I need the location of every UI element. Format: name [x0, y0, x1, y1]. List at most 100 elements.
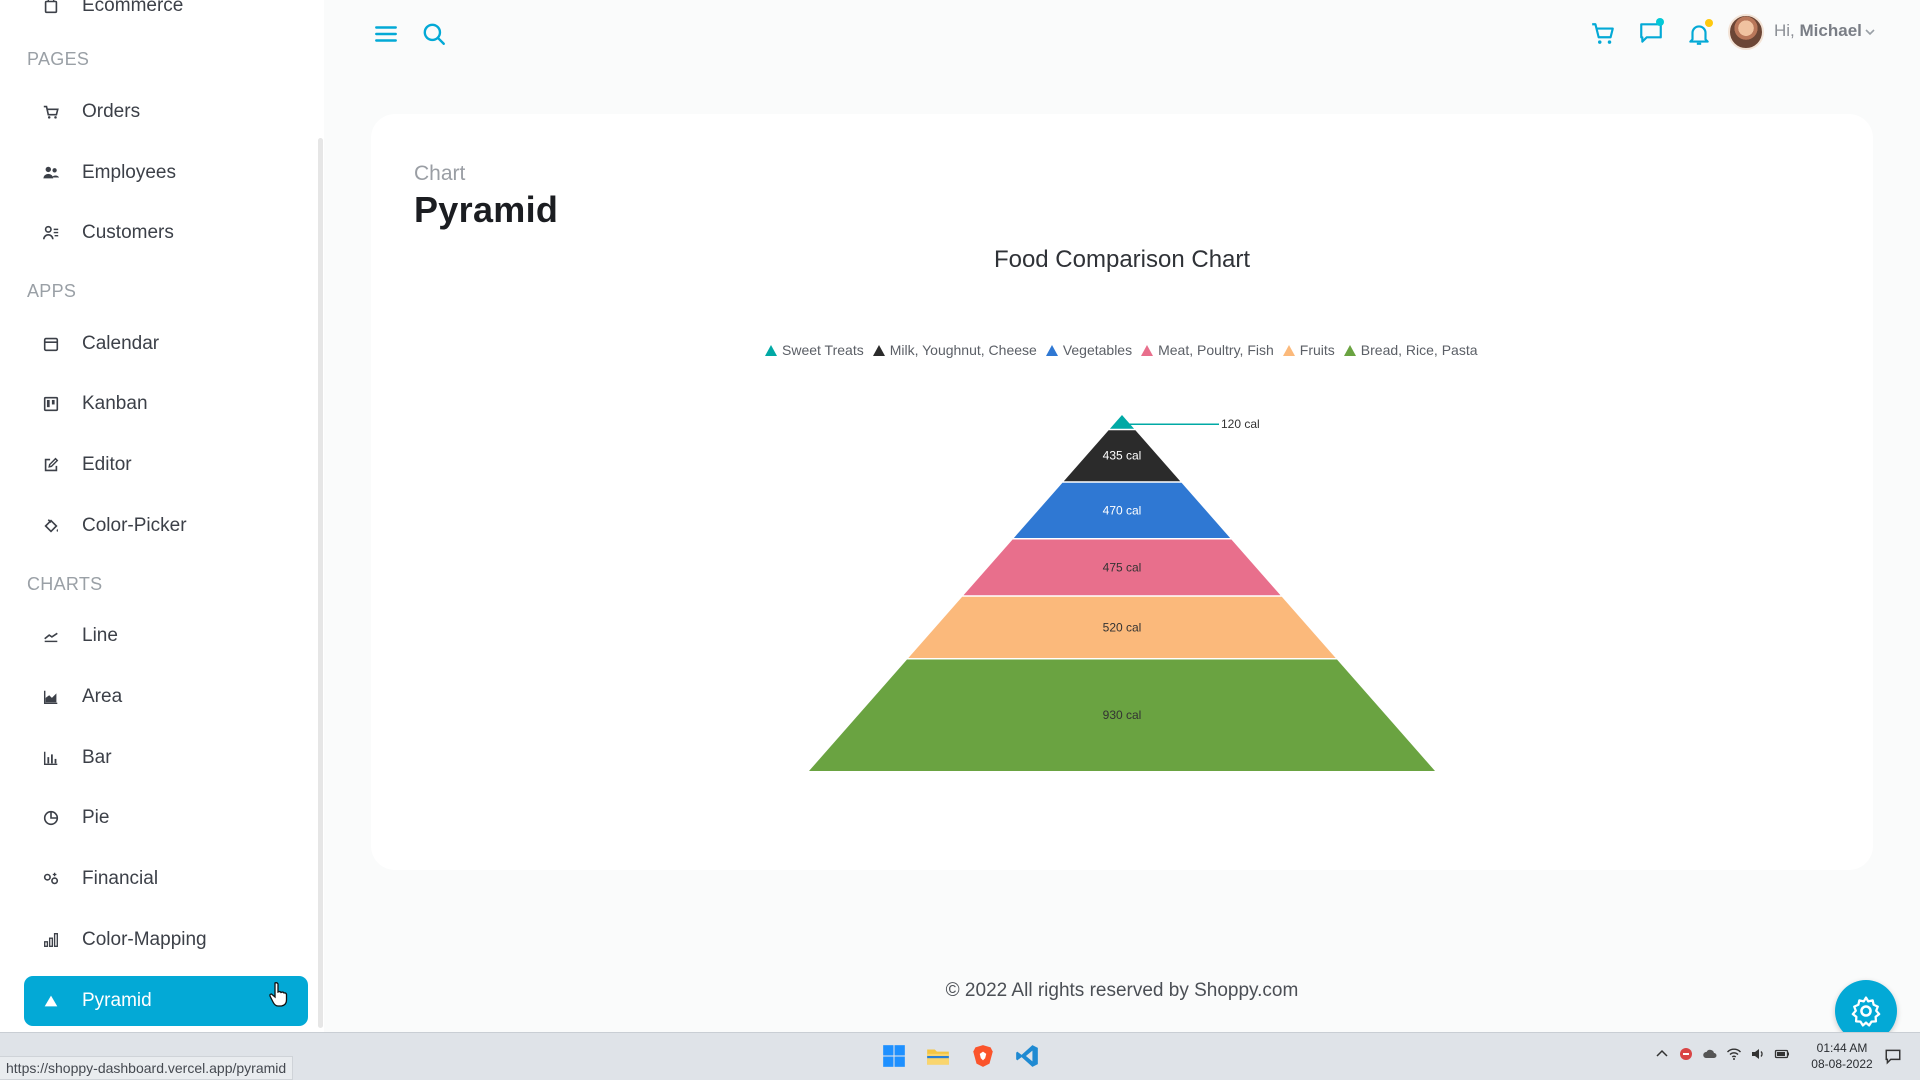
- antivirus-icon[interactable]: [1678, 1046, 1694, 1062]
- sidebar-item-area[interactable]: Area: [24, 672, 308, 722]
- sidebar-item-label: Ecommerce: [82, 0, 184, 16]
- notification-center-icon[interactable]: [1884, 1047, 1902, 1065]
- legend-label: Meat, Poultry, Fish: [1158, 342, 1274, 358]
- sidebar-item-line[interactable]: Line: [24, 611, 308, 661]
- sidebar-item-label: Kanban: [82, 393, 148, 414]
- sidebar-item-label: Pyramid: [82, 990, 152, 1011]
- sidebar-item-color-mapping[interactable]: Color-Mapping: [24, 915, 308, 965]
- paint-bucket-icon: [24, 517, 76, 535]
- legend-item[interactable]: Meat, Poultry, Fish: [1140, 342, 1274, 358]
- section-heading-apps: APPS: [27, 281, 77, 301]
- pyramid-slice[interactable]: [809, 659, 1435, 771]
- brave-browser-icon[interactable]: [968, 1041, 998, 1071]
- sidebar-item-pyramid[interactable]: Pyramid: [24, 976, 308, 1026]
- sidebar-item-ecommerce[interactable]: Ecommerce: [24, 0, 308, 31]
- breadcrumb: Chart: [414, 162, 466, 185]
- sidebar-item-label: Color-Mapping: [82, 929, 207, 950]
- gear-icon: [1851, 996, 1881, 1027]
- battery-icon[interactable]: [1774, 1046, 1790, 1062]
- calendar-icon: [24, 335, 76, 353]
- chart-legend: Sweet Treats Milk, Youghnut, Cheese Vegeta…: [764, 342, 1486, 358]
- legend-marker-icon: [1343, 344, 1356, 356]
- greeting-text: Hi,: [1774, 21, 1795, 40]
- sidebar-item-label: Pie: [82, 807, 110, 828]
- chevron-up-icon[interactable]: [1654, 1046, 1670, 1062]
- sidebar-item-label: Employees: [82, 162, 176, 183]
- status-url: https://shoppy-dashboard.vercel.app/pyra…: [0, 1056, 294, 1080]
- chart-title: Food Comparison Chart: [993, 246, 1251, 273]
- chat-notification-dot: [1656, 18, 1664, 26]
- avatar[interactable]: [1728, 14, 1764, 50]
- sidebar-item-calendar[interactable]: Calendar: [24, 319, 308, 369]
- section-heading-charts: CHARTS: [27, 574, 103, 594]
- legend-item[interactable]: Milk, Youghnut, Cheese: [872, 342, 1037, 358]
- sidebar-item-label: Editor: [82, 454, 132, 475]
- sidebar-item-label: Bar: [82, 747, 112, 768]
- sidebar-item-pie[interactable]: Pie: [24, 793, 308, 843]
- file-explorer-icon[interactable]: [923, 1041, 953, 1071]
- legend-label: Vegetables: [1062, 342, 1133, 358]
- legend-marker-icon: [765, 344, 777, 356]
- legend-marker-icon: [1141, 344, 1154, 356]
- cart-icon: [24, 103, 76, 121]
- vscode-icon[interactable]: [1012, 1041, 1042, 1071]
- legend-marker-icon: [1282, 344, 1295, 356]
- legend-item[interactable]: Sweet Treats: [764, 342, 864, 358]
- legend-label: Fruits: [1299, 342, 1335, 358]
- sidebar-item-kanban[interactable]: Kanban: [24, 379, 308, 429]
- sidebar-scrollbar[interactable]: [318, 138, 323, 1028]
- pyramid-slice[interactable]: [908, 596, 1336, 659]
- sidebar-item-financial[interactable]: Financial: [24, 854, 308, 904]
- legend-item[interactable]: Fruits: [1282, 342, 1335, 358]
- sidebar-item-label: Color-Picker: [82, 515, 187, 536]
- sidebar-item-employees[interactable]: Employees: [24, 148, 308, 198]
- financial-icon: [24, 870, 76, 888]
- sidebar-item-label: Calendar: [82, 333, 160, 354]
- clock-time: 01:44 AM: [1816, 1041, 1868, 1055]
- line-chart-icon: [24, 627, 76, 645]
- sidebar-item-label: Financial: [82, 868, 159, 889]
- system-tray: [1654, 1046, 1798, 1062]
- pyramid-icon: [24, 992, 76, 1010]
- sidebar-item-editor[interactable]: Editor: [24, 440, 308, 490]
- pie-chart-icon: [24, 809, 76, 827]
- user-greeting[interactable]: Hi, Michael: [1774, 21, 1862, 41]
- search-icon[interactable]: [420, 20, 448, 48]
- clock-date: 08-08-2022: [1811, 1057, 1873, 1071]
- windows-start-icon[interactable]: [879, 1041, 909, 1071]
- bell-notification-dot: [1705, 19, 1713, 27]
- sidebar-item-label: Orders: [82, 101, 141, 122]
- legend-item[interactable]: Vegetables: [1045, 342, 1132, 358]
- legend-marker-icon: [1045, 344, 1058, 356]
- sidebar-item-label: Customers: [82, 222, 174, 243]
- footer-text: © 2022 All rights reserved by Shoppy.com: [945, 980, 1299, 1001]
- wifi-icon[interactable]: [1726, 1046, 1742, 1062]
- bar-chart-icon: [24, 749, 76, 767]
- sidebar-item-customers[interactable]: Customers: [24, 208, 308, 258]
- user-name: Michael: [1799, 21, 1862, 40]
- area-chart-icon: [24, 688, 76, 706]
- sidebar-item-color-picker[interactable]: Color-Picker: [24, 501, 308, 551]
- section-heading-pages: PAGES: [27, 49, 90, 69]
- shopping-bag-icon: [24, 0, 76, 15]
- menu-icon[interactable]: [372, 20, 400, 48]
- kanban-icon: [24, 395, 76, 413]
- sidebar-item-orders[interactable]: Orders: [24, 87, 308, 137]
- sidebar-item-bar[interactable]: Bar: [24, 733, 308, 783]
- cart-icon[interactable]: [1588, 19, 1618, 49]
- volume-icon[interactable]: [1750, 1046, 1766, 1062]
- chevron-down-icon[interactable]: [1863, 25, 1877, 39]
- edit-icon: [24, 456, 76, 474]
- taskbar-clock[interactable]: 01:44 AM 08-08-2022: [1806, 1040, 1878, 1072]
- legend-item[interactable]: Bread, Rice, Pasta: [1343, 342, 1478, 358]
- page-title: Pyramid: [414, 189, 559, 230]
- hand-cursor-icon: [269, 982, 288, 1007]
- color-mapping-icon: [24, 931, 76, 949]
- sidebar-item-label: Line: [82, 625, 118, 646]
- sidebar: Ecommerce PAGES Orders Employees Custome…: [0, 0, 324, 1032]
- legend-label: Bread, Rice, Pasta: [1360, 342, 1478, 358]
- employees-icon: [24, 164, 76, 182]
- pyramid-slice[interactable]: [963, 539, 1281, 596]
- legend-label: Milk, Youghnut, Cheese: [889, 342, 1037, 358]
- cloud-icon[interactable]: [1702, 1046, 1718, 1062]
